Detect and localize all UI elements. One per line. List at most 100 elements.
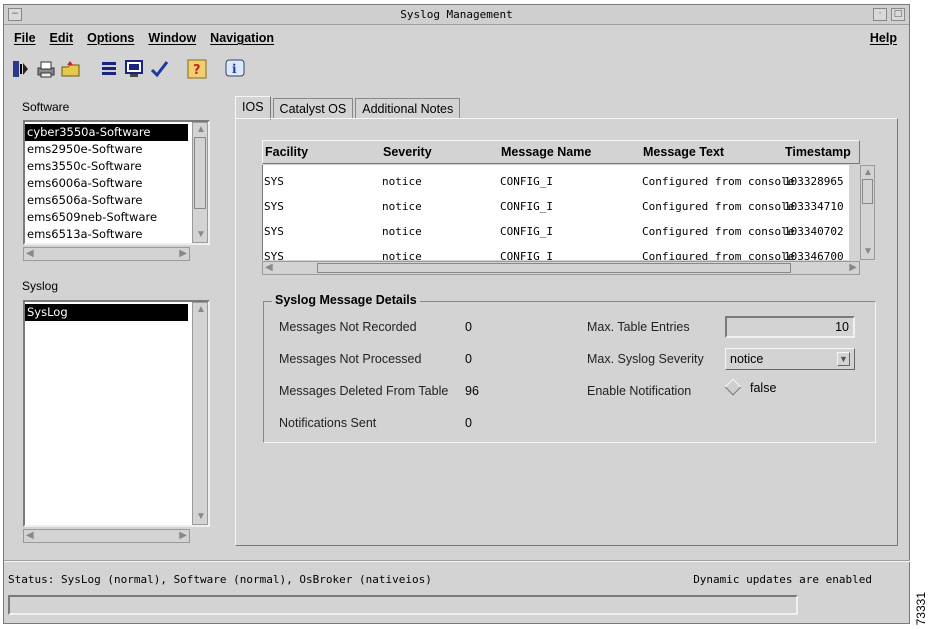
list-item[interactable]: ems6506a-Software — [25, 192, 190, 209]
messages-deleted-value: 96 — [465, 384, 479, 398]
messages-not-recorded-label: Messages Not Recorded — [279, 320, 417, 334]
syslog-list[interactable]: SysLog ▲ ▼ — [23, 300, 210, 527]
table-vertical-scrollbar[interactable]: ▲ ▼ — [860, 165, 875, 260]
scroll-right-icon[interactable]: ▶ — [179, 531, 187, 541]
list-item[interactable]: SysLog — [25, 304, 188, 321]
scroll-right-icon[interactable]: ▶ — [849, 263, 857, 273]
exit-icon[interactable] — [10, 58, 32, 80]
chevron-down-icon[interactable]: ▼ — [837, 352, 850, 366]
column-header-facility[interactable]: Facility — [265, 145, 308, 159]
scroll-down-icon[interactable]: ▼ — [196, 230, 206, 240]
table-row[interactable]: SYS notice CONFIG_I Configured from cons… — [263, 167, 849, 192]
notifications-sent-value: 0 — [465, 416, 472, 430]
messages-not-processed-value: 0 — [465, 352, 472, 366]
cell-message-text: Configured from console — [642, 250, 795, 260]
status-divider — [4, 560, 910, 562]
list-item[interactable]: ems6509neb-Software — [25, 209, 190, 226]
column-header-message-name[interactable]: Message Name — [501, 145, 591, 159]
menu-help[interactable]: Help — [870, 31, 897, 45]
tab-ios[interactable]: IOS — [235, 96, 271, 120]
notifications-sent-label: Notifications Sent — [279, 416, 377, 430]
table-row[interactable]: SYS notice CONFIG_I Configured from cons… — [263, 217, 849, 242]
max-syslog-severity-value: notice — [730, 352, 764, 366]
cell-timestamp: 103346700 — [784, 250, 844, 260]
menu-file[interactable]: File — [14, 31, 36, 45]
maximize-button[interactable]: □ — [891, 8, 905, 21]
max-table-entries-field[interactable]: 10 — [725, 316, 855, 338]
cell-message-text: Configured from console — [642, 225, 795, 238]
list-item[interactable]: ems3550c-Software — [25, 158, 190, 175]
toolbar: ? i — [10, 56, 246, 82]
scroll-down-icon[interactable]: ▼ — [863, 247, 873, 257]
cell-message-text: Configured from console — [642, 175, 795, 188]
cell-timestamp: 103334710 — [784, 200, 844, 213]
info-icon[interactable]: i — [224, 58, 246, 80]
software-horizontal-scrollbar[interactable]: ◀ ▶ — [23, 247, 190, 261]
monitor-icon[interactable] — [123, 58, 145, 80]
table-horizontal-scrollbar[interactable]: ◀ ▶ — [262, 261, 860, 275]
cell-timestamp: 103328965 — [784, 175, 844, 188]
cell-severity: notice — [382, 225, 422, 238]
table-row[interactable]: SYS notice CONFIG_I Configured from cons… — [263, 192, 849, 217]
cell-facility: SYS — [264, 225, 284, 238]
table-body: SYS notice CONFIG_I Configured from cons… — [262, 165, 849, 260]
menu-edit[interactable]: Edit — [50, 31, 74, 45]
cell-severity: notice — [382, 250, 422, 260]
scroll-up-icon[interactable]: ▲ — [863, 168, 873, 178]
menu-navigation[interactable]: Navigation — [210, 31, 274, 45]
minimize-button[interactable]: · — [873, 8, 887, 21]
menu-window[interactable]: Window — [148, 31, 196, 45]
software-label: Software — [22, 100, 70, 114]
open-icon[interactable] — [60, 58, 82, 80]
help-icon[interactable]: ? — [186, 58, 208, 80]
cell-message-name: CONFIG_I — [500, 175, 553, 188]
tab-catalyst-os[interactable]: Catalyst OS — [272, 98, 354, 119]
software-vertical-scrollbar[interactable]: ▲ ▼ — [192, 122, 208, 243]
scroll-left-icon[interactable]: ◀ — [26, 531, 34, 541]
status-text: Status: SysLog (normal), Software (norma… — [8, 573, 432, 586]
software-list[interactable]: cyber3550a-Software ems2950e-Software em… — [23, 120, 210, 245]
menu-bar: File Edit Options Window Navigation Help — [4, 27, 909, 49]
cell-message-name: CONFIG_I — [500, 225, 553, 238]
dynamic-updates-status: Dynamic updates are enabled — [693, 573, 872, 586]
scroll-up-icon[interactable]: ▲ — [196, 125, 206, 135]
messages-deleted-label: Messages Deleted From Table — [279, 384, 449, 398]
column-header-severity[interactable]: Severity — [383, 145, 432, 159]
max-syslog-severity-select[interactable]: notice ▼ — [725, 348, 855, 370]
scroll-right-icon[interactable]: ▶ — [179, 249, 187, 259]
scroll-thumb[interactable] — [194, 137, 206, 209]
scroll-up-icon[interactable]: ▲ — [196, 305, 206, 315]
scroll-down-icon[interactable]: ▼ — [196, 512, 206, 522]
scroll-thumb[interactable] — [317, 263, 791, 273]
syslog-label: Syslog — [22, 279, 59, 293]
cell-message-text: Configured from console — [642, 200, 795, 213]
window-menu-button[interactable]: − — [8, 8, 22, 21]
scroll-thumb[interactable] — [862, 179, 873, 204]
print-icon[interactable] — [35, 58, 57, 80]
tab-additional-notes[interactable]: Additional Notes — [355, 98, 461, 119]
messages-not-recorded-value: 0 — [465, 320, 472, 334]
status-progress-bar — [8, 595, 798, 615]
checkmark-icon[interactable] — [148, 58, 170, 80]
list-item[interactable]: ems6006a-Software — [25, 175, 190, 192]
column-header-message-text[interactable]: Message Text — [643, 145, 724, 159]
list-icon[interactable] — [98, 58, 120, 80]
cell-severity: notice — [382, 175, 422, 188]
figure-number: 73331 — [914, 591, 928, 625]
table-row[interactable]: SYS notice CONFIG_I Configured from cons… — [263, 242, 849, 260]
title-bar[interactable]: − Syslog Management · □ — [4, 5, 909, 25]
list-item[interactable]: cyber3550a-Software — [25, 124, 188, 141]
scroll-left-icon[interactable]: ◀ — [265, 263, 273, 273]
scroll-left-icon[interactable]: ◀ — [26, 249, 34, 259]
menu-options[interactable]: Options — [87, 31, 134, 45]
syslog-horizontal-scrollbar[interactable]: ◀ ▶ — [23, 529, 190, 543]
max-table-entries-value: 10 — [835, 320, 849, 334]
list-item[interactable]: ems2950e-Software — [25, 141, 190, 158]
list-item[interactable]: ems6513a-Software — [25, 226, 190, 243]
cell-facility: SYS — [264, 250, 284, 260]
syslog-vertical-scrollbar[interactable]: ▲ ▼ — [192, 302, 208, 525]
table-header: Facility Severity Message Name Message T… — [262, 140, 860, 164]
enable-notification-value: false — [750, 381, 777, 395]
cell-message-name: CONFIG_I — [500, 250, 553, 260]
column-header-timestamp[interactable]: Timestamp — [785, 145, 851, 159]
